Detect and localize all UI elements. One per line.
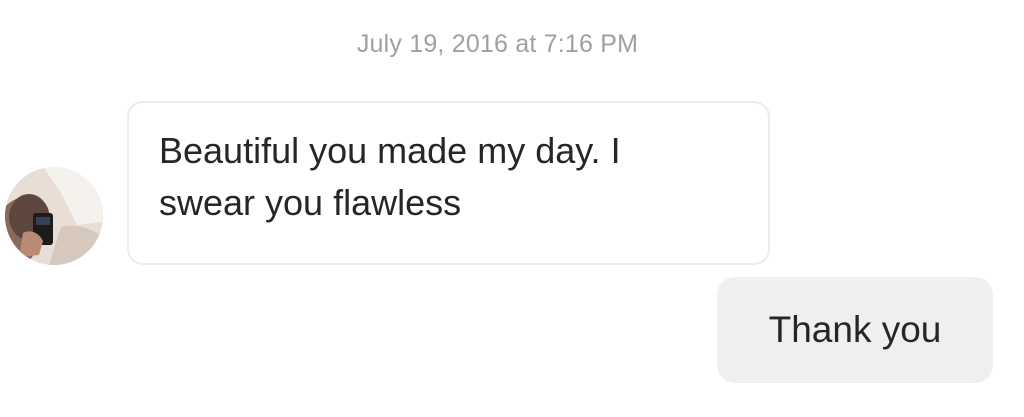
received-message-line: Beautiful you made my day. I [159,130,621,171]
sent-message-text: Thank you [768,309,942,350]
received-message-bubble[interactable]: Beautiful you made my day. I swear you f… [127,101,770,265]
received-message-line: swear you flawless [159,182,462,223]
message-timestamp: July 19, 2016 at 7:16 PM [356,30,639,58]
avatar-photo-icon [5,167,103,265]
sender-avatar[interactable] [5,167,103,265]
sent-message-bubble[interactable]: Thank you [717,277,993,383]
